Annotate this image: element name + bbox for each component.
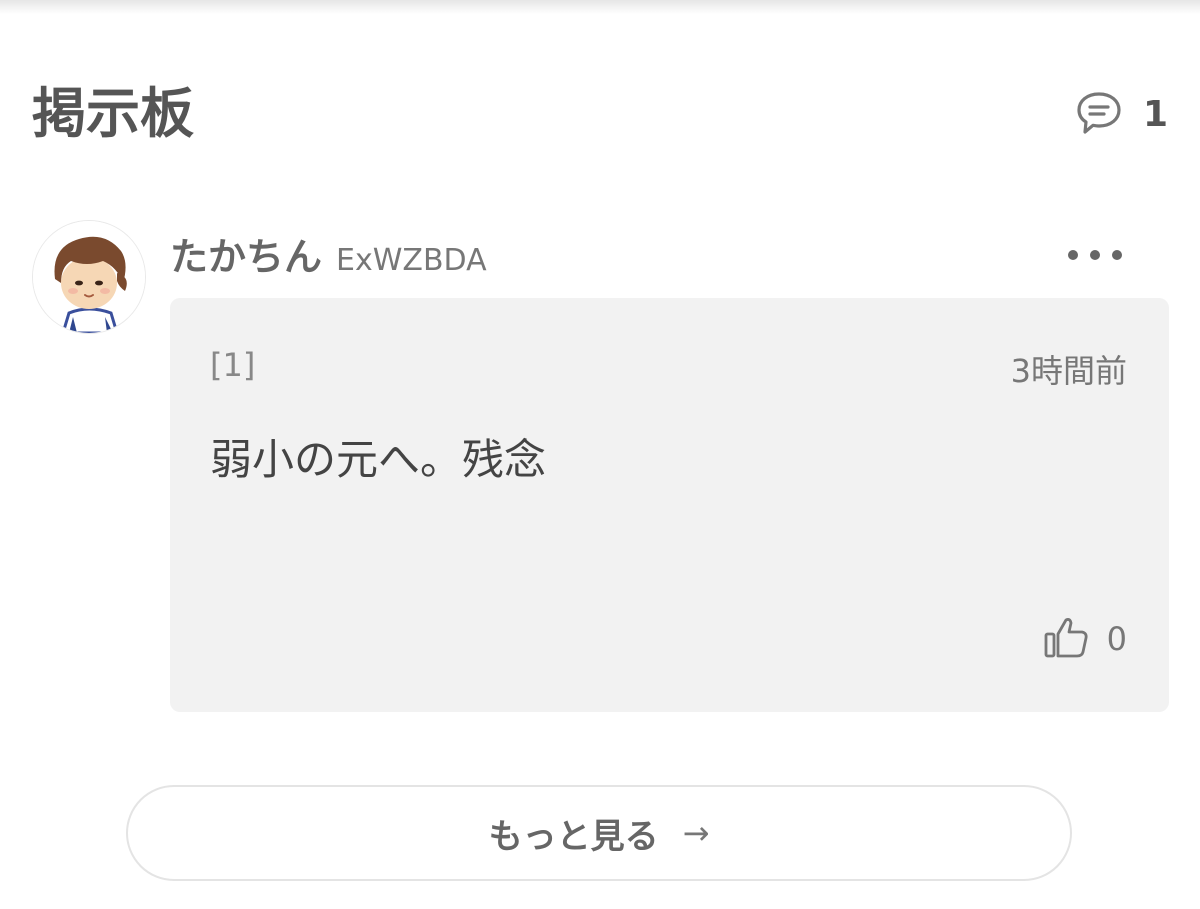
post-number: [1] xyxy=(210,346,256,384)
top-shadow xyxy=(0,0,1200,14)
menu-dot xyxy=(1112,250,1122,260)
post-body: 弱小の元へ。残念 xyxy=(210,435,547,484)
post-card: [1] 3時間前 弱小の元へ。残念 0 xyxy=(170,298,1169,712)
like-count: 0 xyxy=(1106,620,1127,658)
load-more-button[interactable]: もっと見る → xyxy=(126,785,1072,881)
board-header: 掲示板 1 xyxy=(32,78,1168,150)
comment-count-number: 1 xyxy=(1142,94,1168,135)
thumbs-up-icon xyxy=(1043,614,1089,664)
post-author: たかちん ExWZBDA xyxy=(170,226,487,282)
user-id: ExWZBDA xyxy=(336,243,487,278)
post-time: 3時間前 xyxy=(1010,352,1127,390)
load-more-label: もっと見る xyxy=(488,816,659,857)
arrow-right-icon: → xyxy=(682,814,710,852)
speech-bubble-icon xyxy=(1075,90,1123,140)
user-name[interactable]: たかちん xyxy=(170,226,322,281)
like-button[interactable]: 0 xyxy=(1043,614,1127,664)
more-dots-icon[interactable] xyxy=(1062,240,1128,270)
boy-avatar-icon[interactable] xyxy=(32,220,146,334)
comment-count[interactable]: 1 xyxy=(1075,92,1168,138)
page-title: 掲示板 xyxy=(32,82,194,145)
menu-dot xyxy=(1090,250,1100,260)
menu-dot xyxy=(1068,250,1078,260)
